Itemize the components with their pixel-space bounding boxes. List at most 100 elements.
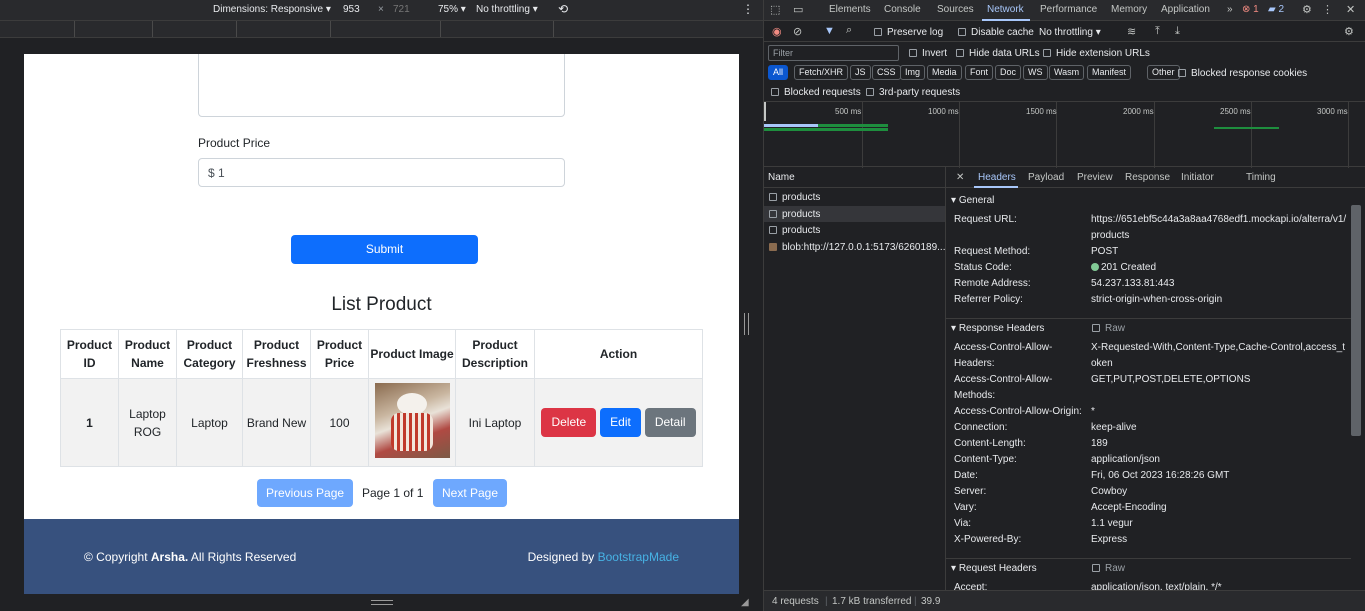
tab-sources[interactable]: Sources (937, 4, 974, 15)
previous-page-button[interactable]: Previous Page (257, 479, 354, 507)
inspect-element-icon[interactable]: ⬚ (770, 3, 780, 16)
type-doc[interactable]: Doc (995, 65, 1022, 80)
delete-button[interactable]: Delete (541, 408, 597, 437)
hide-data-urls-checkbox[interactable]: Hide data URLs (956, 48, 1040, 59)
name-column-header[interactable]: Name (764, 167, 946, 188)
request-row[interactable]: blob:http://127.0.0.1:5173/6260189... (764, 239, 945, 255)
detail-scrollbar[interactable] (1351, 205, 1361, 436)
header-value[interactable]: keep-alive (1091, 420, 1348, 436)
blocked-response-cookies-checkbox[interactable]: Blocked response cookies (1178, 68, 1307, 79)
tab-performance[interactable]: Performance (1040, 4, 1097, 15)
more-tabs-icon[interactable]: » (1227, 4, 1233, 15)
width-input[interactable]: 953 (343, 4, 360, 15)
header-value[interactable]: Accept-Encoding (1091, 500, 1348, 516)
tab-network[interactable]: Network (987, 4, 1024, 15)
raw-checkbox[interactable]: Raw (1092, 563, 1125, 574)
more-icon[interactable]: ⋮ (1322, 3, 1333, 16)
product-price-input[interactable]: $ 1 (198, 158, 565, 187)
close-detail-icon[interactable]: ✕ (956, 172, 964, 183)
throttling-dropdown[interactable]: No throttling ▾ (476, 4, 538, 15)
edit-button[interactable]: Edit (600, 408, 641, 437)
ruler-segment[interactable] (74, 21, 75, 37)
network-throttling-dropdown[interactable]: No throttling ▾ (1039, 27, 1101, 38)
resize-corner-icon[interactable]: ◢ (741, 597, 753, 609)
third-party-requests-checkbox[interactable]: 3rd-party requests (866, 87, 960, 98)
filter-icon[interactable]: ▼ (824, 25, 835, 37)
header-value[interactable]: GET,PUT,POST,DELETE,OPTIONS (1091, 372, 1348, 388)
tab-elements[interactable]: Elements (829, 4, 871, 15)
error-count-badge[interactable]: ⊗ 1 (1242, 4, 1259, 15)
ruler-segment[interactable] (553, 21, 554, 37)
header-value[interactable]: Cowboy (1091, 484, 1348, 500)
header-value[interactable]: application/json, text/plain, */* (1091, 580, 1348, 590)
disable-cache-checkbox[interactable]: Disable cache (958, 27, 1034, 38)
request-row[interactable]: products (764, 206, 945, 222)
import-har-icon[interactable]: ⤒ (1155, 25, 1160, 38)
type-css[interactable]: CSS (872, 65, 901, 80)
tab-response[interactable]: Response (1125, 172, 1170, 183)
tab-initiator[interactable]: Initiator (1181, 172, 1214, 183)
network-settings-icon[interactable]: ⚙ (1344, 25, 1354, 38)
ruler-segment[interactable] (440, 21, 441, 37)
header-value[interactable]: 1.1 vegur (1091, 516, 1348, 532)
next-page-button[interactable]: Next Page (433, 479, 508, 507)
type-all[interactable]: All (768, 65, 789, 80)
tab-preview[interactable]: Preview (1077, 172, 1113, 183)
header-value[interactable]: application/json (1091, 452, 1348, 468)
height-input[interactable]: 721 (393, 4, 410, 15)
type-manifest[interactable]: Manifest (1087, 65, 1132, 80)
header-value[interactable]: 201 Created (1091, 260, 1348, 276)
dimensions-dropdown[interactable]: Dimensions: Responsive ▾ (213, 4, 331, 15)
tab-console[interactable]: Console (884, 4, 921, 15)
header-value[interactable]: Fri, 06 Oct 2023 16:28:26 GMT (1091, 468, 1348, 484)
tab-headers[interactable]: Headers (978, 172, 1016, 183)
ruler-segment[interactable] (330, 21, 331, 37)
request-row[interactable]: products (764, 189, 945, 205)
ruler-segment[interactable] (152, 21, 153, 37)
type-media[interactable]: Media (927, 65, 962, 80)
network-conditions-icon[interactable]: ≋ (1127, 25, 1136, 38)
type-js[interactable]: JS (850, 65, 871, 80)
search-icon[interactable]: ⌕ (846, 24, 852, 37)
bootstrapmade-link[interactable]: BootstrapMade (598, 550, 679, 564)
product-description-textarea[interactable] (198, 54, 565, 117)
hide-extension-urls-checkbox[interactable]: Hide extension URLs (1043, 48, 1150, 59)
header-value[interactable]: 189 (1091, 436, 1348, 452)
type-fetch-xhr[interactable]: Fetch/XHR (794, 65, 849, 80)
rotate-icon[interactable]: ⟲ (558, 2, 568, 16)
network-overview-timeline[interactable]: 500 ms 1000 ms 1500 ms 2000 ms 2500 ms 3… (764, 101, 1365, 168)
record-icon[interactable]: ◉ (772, 25, 782, 38)
message-count-badge[interactable]: ▰ 2 (1268, 4, 1284, 15)
header-value[interactable]: https://651ebf5c44a3a8aa4768edf1.mockapi… (1091, 212, 1348, 244)
viewport-height-handle[interactable] (371, 600, 393, 605)
ruler-segment[interactable] (236, 21, 237, 37)
header-value[interactable]: POST (1091, 244, 1348, 260)
tab-payload[interactable]: Payload (1028, 172, 1064, 183)
device-toolbar-icon[interactable]: ▭ (793, 3, 803, 16)
blocked-requests-checkbox[interactable]: Blocked requests (771, 87, 861, 98)
response-headers-section-header[interactable]: ▾ Response Headers Raw (946, 318, 1351, 336)
close-icon[interactable]: ✕ (1346, 3, 1355, 16)
clear-icon[interactable]: ⊘ (793, 25, 802, 38)
export-har-icon[interactable]: ⤓ (1175, 25, 1180, 38)
detail-button[interactable]: Detail (644, 408, 696, 437)
zoom-dropdown[interactable]: 75% ▾ (438, 4, 466, 15)
viewport-width-handle[interactable] (744, 313, 749, 335)
invert-checkbox[interactable]: Invert (909, 48, 947, 59)
filter-input[interactable]: Filter (768, 45, 899, 61)
more-options-icon[interactable]: ⋮ (742, 2, 754, 16)
tab-application[interactable]: Application (1161, 4, 1210, 15)
header-value[interactable]: 54.237.133.81:443 (1091, 276, 1348, 292)
request-headers-section-header[interactable]: ▾ Request Headers Raw (946, 558, 1351, 576)
header-value[interactable]: X-Requested-With,Content-Type,Cache-Cont… (1091, 340, 1348, 372)
type-other[interactable]: Other (1147, 65, 1180, 80)
header-value[interactable]: * (1091, 404, 1348, 420)
tab-memory[interactable]: Memory (1111, 4, 1147, 15)
header-value[interactable]: strict-origin-when-cross-origin (1091, 292, 1348, 308)
type-font[interactable]: Font (965, 65, 994, 80)
tab-timing[interactable]: Timing (1246, 172, 1276, 183)
type-ws[interactable]: WS (1023, 65, 1048, 80)
submit-button[interactable]: Submit (291, 235, 478, 264)
raw-checkbox[interactable]: Raw (1092, 323, 1125, 334)
settings-icon[interactable]: ⚙ (1302, 3, 1312, 16)
